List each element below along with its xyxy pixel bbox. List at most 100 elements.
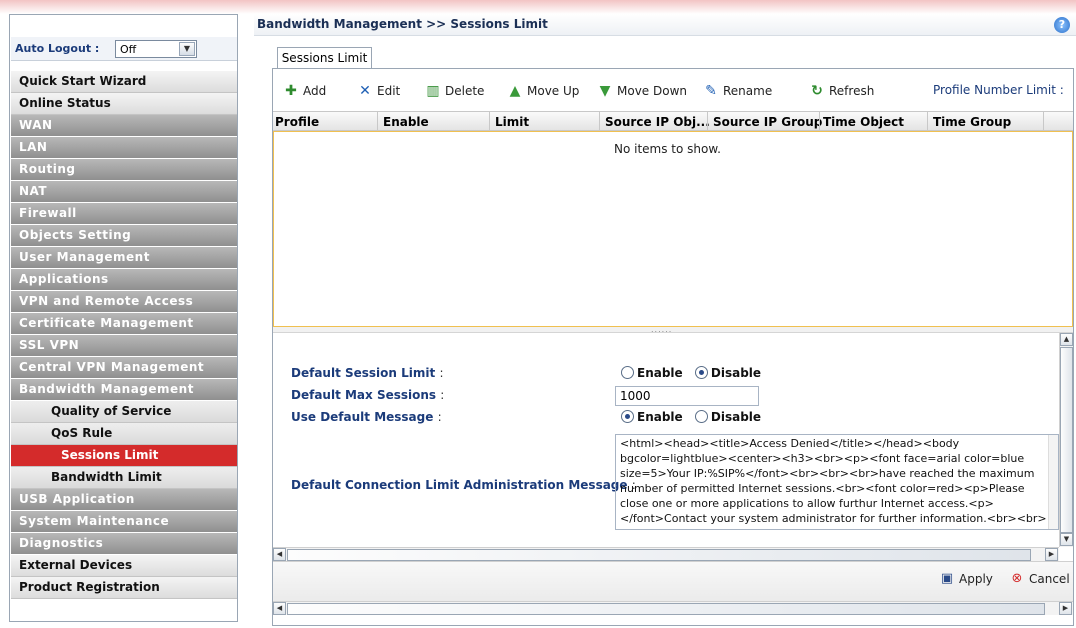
sidebar-item-sessions-limit[interactable]: Sessions Limit xyxy=(11,445,237,467)
column-divider xyxy=(599,112,600,131)
sessions-limit-panel: ✚ Add ✕ Edit ▥ Delete ▲ Move Up ▼ Move Down ✎… xyxy=(272,68,1074,626)
chevron-down-icon[interactable]: ▼ xyxy=(179,42,195,56)
move-up-button[interactable]: ▲ Move Up xyxy=(507,83,580,99)
sidebar: Auto Logout : Off ▼ Quick Start Wizard On… xyxy=(9,14,238,622)
default-session-limit-radio-group: Enable Disable xyxy=(621,366,769,380)
scroll-left-icon[interactable]: ◀ xyxy=(273,548,286,561)
enable-label: Enable xyxy=(637,410,683,424)
column-header[interactable]: Limit xyxy=(495,115,529,129)
scroll-left-icon[interactable]: ◀ xyxy=(273,602,286,615)
column-divider xyxy=(707,112,708,131)
column-divider xyxy=(377,112,378,131)
sidebar-item-central-vpn-management[interactable]: Central VPN Management xyxy=(11,357,237,379)
column-header[interactable]: Enable xyxy=(383,115,429,129)
sidebar-item-usb-application[interactable]: USB Application xyxy=(11,489,237,511)
sidebar-item-objects-setting[interactable]: Objects Setting xyxy=(11,225,237,247)
breadcrumb: Bandwidth Management >> Sessions Limit xyxy=(257,17,548,31)
disable-label: Disable xyxy=(710,410,762,424)
session-limit-disable-radio[interactable] xyxy=(694,366,708,379)
sidebar-item-nat[interactable]: NAT xyxy=(11,181,237,203)
auto-logout-label: Auto Logout : xyxy=(15,42,100,55)
sidebar-item-user-management[interactable]: User Management xyxy=(11,247,237,269)
enable-label: Enable xyxy=(637,366,683,380)
auto-logout-value: Off xyxy=(120,43,137,56)
refresh-button[interactable]: ↻ Refresh xyxy=(809,83,874,99)
use-default-message-label: Use Default Message : xyxy=(291,410,442,424)
sidebar-item-bandwidth-management[interactable]: Bandwidth Management xyxy=(11,379,237,401)
form-horizontal-scrollbar[interactable]: ◀ ▶ xyxy=(273,547,1059,561)
sidebar-item-qos-rule[interactable]: QoS Rule xyxy=(11,423,237,445)
default-max-sessions-input[interactable]: 1000 xyxy=(615,386,759,406)
scroll-thumb[interactable] xyxy=(287,603,1045,615)
form-vertical-scrollbar[interactable]: ▲ ▼ xyxy=(1059,333,1073,547)
sidebar-item-online-status[interactable]: Online Status xyxy=(11,93,237,115)
scroll-thumb[interactable] xyxy=(287,549,1031,561)
default-message-textarea[interactable]: <html><head><title>Access Denied</title>… xyxy=(615,434,1059,530)
sidebar-item-vpn-and-remote-access[interactable]: VPN and Remote Access xyxy=(11,291,237,313)
arrow-down-icon: ▼ xyxy=(599,83,611,99)
sidebar-item-lan[interactable]: LAN xyxy=(11,137,237,159)
refresh-icon: ↻ xyxy=(811,83,823,99)
help-icon[interactable]: ? xyxy=(1054,17,1070,33)
disable-label: Disable xyxy=(710,366,762,380)
sidebar-item-wan[interactable]: WAN xyxy=(11,115,237,137)
sidebar-item-product-registration[interactable]: Product Registration xyxy=(11,577,237,599)
edit-icon: ✕ xyxy=(359,83,371,99)
sidebar-item-routing[interactable]: Routing xyxy=(11,159,237,181)
scroll-right-icon[interactable]: ▶ xyxy=(1045,548,1058,561)
cancel-icon: ⊗ xyxy=(1011,571,1023,586)
sidebar-item-quality-of-service[interactable]: Quality of Service xyxy=(11,401,237,423)
save-icon: ▣ xyxy=(940,571,954,586)
default-max-sessions-label: Default Max Sessions : xyxy=(291,388,445,402)
apply-button[interactable]: ▣ Apply xyxy=(939,571,993,587)
default-settings-form: Default Session Limit : Enable Disable D… xyxy=(273,333,1059,541)
textarea-scrollbar[interactable] xyxy=(1048,435,1058,529)
tab-sessions-limit[interactable]: Sessions Limit xyxy=(277,47,372,69)
add-button[interactable]: ✚ Add xyxy=(283,83,326,99)
sidebar-item-diagnostics[interactable]: Diagnostics xyxy=(11,533,237,555)
empty-message: No items to show. xyxy=(614,142,721,156)
edit-button[interactable]: ✕ Edit xyxy=(357,83,400,99)
title-bar: Bandwidth Management >> Sessions Limit ? xyxy=(254,14,1076,36)
column-divider xyxy=(819,112,820,131)
column-header[interactable]: Source IP Group xyxy=(713,115,822,129)
main-content: Bandwidth Management >> Sessions Limit ?… xyxy=(254,14,1076,628)
scroll-right-icon[interactable]: ▶ xyxy=(1059,602,1072,615)
cancel-button[interactable]: ⊗ Cancel xyxy=(1009,571,1070,587)
column-divider xyxy=(489,112,490,131)
column-header[interactable]: Time Group xyxy=(933,115,1011,129)
sidebar-item-applications[interactable]: Applications xyxy=(11,269,237,291)
session-limit-enable-radio[interactable] xyxy=(621,366,634,379)
auto-logout-bar: Auto Logout : Off ▼ xyxy=(11,37,237,61)
scroll-down-icon[interactable]: ▼ xyxy=(1060,533,1073,546)
page-horizontal-scrollbar[interactable]: ◀ ▶ xyxy=(273,601,1073,615)
sidebar-item-certificate-management[interactable]: Certificate Management xyxy=(11,313,237,335)
column-header[interactable]: Time Object xyxy=(823,115,904,129)
default-message-enable-radio[interactable] xyxy=(621,410,634,423)
scroll-up-icon[interactable]: ▲ xyxy=(1060,333,1073,346)
grid-body: No items to show. xyxy=(273,131,1073,327)
sidebar-item-external-devices[interactable]: External Devices xyxy=(11,555,237,577)
arrow-up-icon: ▲ xyxy=(509,83,521,99)
use-default-message-radio-group: Enable Disable xyxy=(621,410,769,424)
sidebar-menu: Quick Start Wizard Online Status WAN LAN Rou… xyxy=(11,71,237,599)
sidebar-item-ssl-vpn[interactable]: SSL VPN xyxy=(11,335,237,357)
move-down-button[interactable]: ▼ Move Down xyxy=(597,83,687,99)
sidebar-item-bandwidth-limit[interactable]: Bandwidth Limit xyxy=(11,467,237,489)
scroll-thumb[interactable] xyxy=(1060,347,1073,533)
delete-button[interactable]: ▥ Delete xyxy=(425,83,484,99)
grid-header: Profile Enable Limit Source IP Obj... So… xyxy=(273,111,1073,131)
sidebar-item-system-maintenance[interactable]: System Maintenance xyxy=(11,511,237,533)
column-divider xyxy=(927,112,928,131)
sidebar-item-quick-start-wizard[interactable]: Quick Start Wizard xyxy=(11,71,237,93)
rename-icon: ✎ xyxy=(705,83,717,99)
column-header[interactable]: Profile xyxy=(275,115,319,129)
default-conn-limit-message-label: Default Connection Limit Administration … xyxy=(291,478,636,492)
rename-button[interactable]: ✎ Rename xyxy=(703,83,772,99)
column-header[interactable]: Source IP Obj... xyxy=(605,115,710,129)
sidebar-item-firewall[interactable]: Firewall xyxy=(11,203,237,225)
message-text: <html><head><title>Access Denied</title>… xyxy=(620,437,1047,529)
trash-icon: ▥ xyxy=(426,83,440,99)
default-message-disable-radio[interactable] xyxy=(694,410,708,423)
auto-logout-select[interactable]: Off ▼ xyxy=(115,40,197,58)
